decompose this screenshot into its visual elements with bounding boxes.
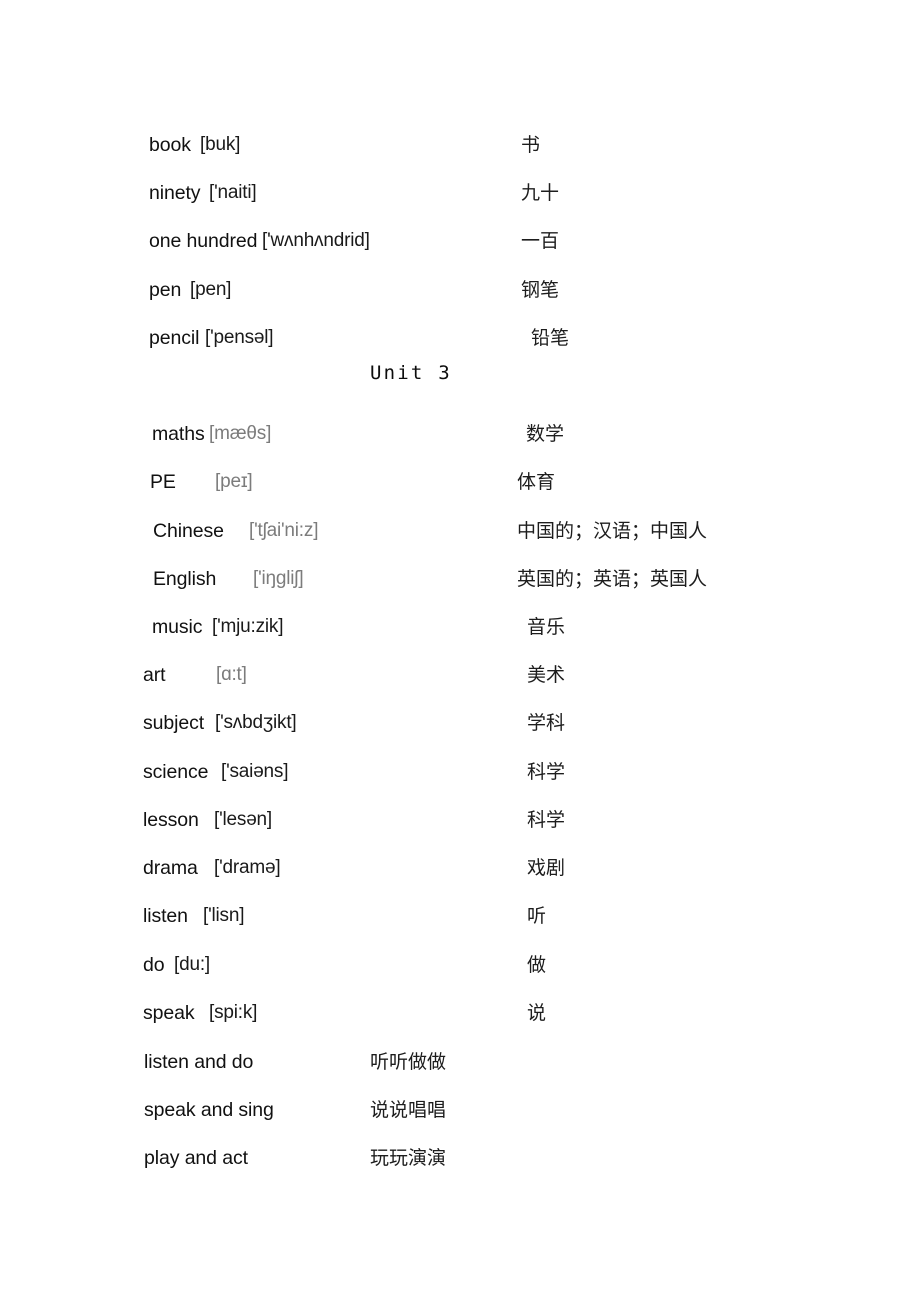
vocabulary-term: English: [153, 568, 217, 590]
vocabulary-term: art: [143, 664, 166, 686]
vocabulary-term: lesson: [143, 809, 199, 831]
vocabulary-term: play and act: [144, 1147, 248, 1169]
chinese-gloss: 做: [527, 954, 547, 976]
vocabulary-term: listen: [143, 905, 188, 927]
phonetic-transcription: ['mju:zik]: [212, 616, 284, 637]
vocabulary-term: music: [152, 616, 203, 638]
unit-heading: Unit 3: [370, 362, 452, 384]
vocabulary-term: listen and do: [144, 1051, 254, 1073]
vocabulary-row: pen [pen] 钢笔: [0, 266, 920, 314]
vocabulary-row: listen ['lisn] 听: [0, 892, 920, 940]
vocabulary-row: one hundred ['wʌnhʌndrid] 一百: [0, 217, 920, 265]
vocabulary-row: speak [spi:k] 说: [0, 989, 920, 1037]
vocabulary-row: music ['mju:zik] 音乐: [0, 603, 920, 651]
phonetic-transcription: ['naiti]: [209, 182, 257, 203]
vocabulary-row: maths [mæθs] 数学: [0, 410, 920, 458]
phonetic-transcription: [peɪ]: [215, 471, 253, 492]
vocabulary-row: book [buk] 书: [0, 121, 920, 169]
chinese-gloss: 学科: [527, 712, 566, 734]
chinese-gloss: 钢笔: [521, 279, 560, 301]
phonetic-transcription: [mæθs]: [209, 423, 272, 444]
phonetic-transcription: ['saiəns]: [221, 761, 289, 782]
chinese-gloss: 听: [527, 905, 547, 927]
phonetic-transcription: ['sʌbdʒikt]: [215, 712, 297, 733]
phonetic-transcription: [buk]: [200, 134, 241, 155]
chinese-gloss: 一百: [521, 230, 560, 252]
vocabulary-row: do [du:] 做: [0, 941, 920, 989]
vocabulary-row: lesson ['lesən] 科学: [0, 796, 920, 844]
chinese-gloss: 美术: [527, 664, 566, 686]
vocabulary-term: maths: [152, 423, 205, 445]
vocabulary-row: science ['saiəns] 科学: [0, 748, 920, 796]
phonetic-transcription: ['pensəl]: [205, 327, 274, 348]
vocabulary-row: listen and do 听听做做: [0, 1038, 920, 1086]
vocabulary-row: ninety ['naiti] 九十: [0, 169, 920, 217]
vocabulary-row: pencil ['pensəl] 铅笔: [0, 314, 920, 362]
vocabulary-term: drama: [143, 857, 198, 879]
vocabulary-row: drama ['dramə] 戏剧: [0, 844, 920, 892]
phonetic-transcription: ['wʌnhʌndrid]: [262, 230, 370, 251]
vocabulary-row: Chinese ['tʃai'ni:z] 中国的；汉语；中国人: [0, 507, 920, 555]
chinese-gloss: 听听做做: [370, 1051, 447, 1073]
chinese-gloss: 书: [521, 134, 541, 156]
chinese-gloss: 体育: [517, 471, 556, 493]
vocabulary-term: Chinese: [153, 520, 224, 542]
vocabulary-term: speak and sing: [144, 1099, 274, 1121]
document-page: Unit 3 book [buk] 书 ninety ['naiti] 九十 one hun…: [0, 0, 920, 1302]
phonetic-transcription: [ɑ:t]: [216, 664, 247, 685]
chinese-gloss: 说说唱唱: [370, 1099, 447, 1121]
chinese-gloss: 数学: [526, 423, 565, 445]
phonetic-transcription: ['lesən]: [214, 809, 273, 830]
vocabulary-row: PE [peɪ] 体育: [0, 458, 920, 506]
chinese-gloss: 九十: [521, 182, 560, 204]
chinese-gloss: 英国的；英语；英国人: [517, 568, 708, 590]
chinese-gloss: 中国的；汉语；中国人: [517, 520, 708, 542]
vocabulary-term: book: [149, 134, 191, 156]
chinese-gloss: 科学: [527, 761, 566, 783]
vocabulary-term: pen: [149, 279, 182, 301]
vocabulary-term: pencil: [149, 327, 200, 349]
vocabulary-term: subject: [143, 712, 205, 734]
phonetic-transcription: ['iŋgliʃ]: [253, 568, 304, 589]
chinese-gloss: 音乐: [527, 616, 566, 638]
vocabulary-term: one hundred: [149, 230, 258, 252]
phonetic-transcription: [pen]: [190, 279, 232, 300]
chinese-gloss: 铅笔: [531, 327, 570, 349]
phonetic-transcription: ['dramə]: [214, 857, 281, 878]
vocabulary-row: subject ['sʌbdʒikt] 学科: [0, 699, 920, 747]
chinese-gloss: 说: [527, 1002, 547, 1024]
chinese-gloss: 戏剧: [527, 857, 566, 879]
phonetic-transcription: ['tʃai'ni:z]: [249, 520, 319, 541]
chinese-gloss: 玩玩演演: [370, 1147, 447, 1169]
phonetic-transcription: ['lisn]: [203, 905, 245, 926]
vocabulary-row: English ['iŋgliʃ] 英国的；英语；英国人: [0, 555, 920, 603]
vocabulary-row: play and act 玩玩演演: [0, 1134, 920, 1182]
vocabulary-term: do: [143, 954, 165, 976]
vocabulary-row: art [ɑ:t] 美术: [0, 651, 920, 699]
vocabulary-row: speak and sing 说说唱唱: [0, 1086, 920, 1134]
chinese-gloss: 科学: [527, 809, 566, 831]
vocabulary-term: speak: [143, 1002, 195, 1024]
vocabulary-term: PE: [150, 471, 176, 493]
vocabulary-term: ninety: [149, 182, 201, 204]
phonetic-transcription: [du:]: [174, 954, 210, 975]
phonetic-transcription: [spi:k]: [209, 1002, 258, 1023]
vocabulary-term: science: [143, 761, 209, 783]
